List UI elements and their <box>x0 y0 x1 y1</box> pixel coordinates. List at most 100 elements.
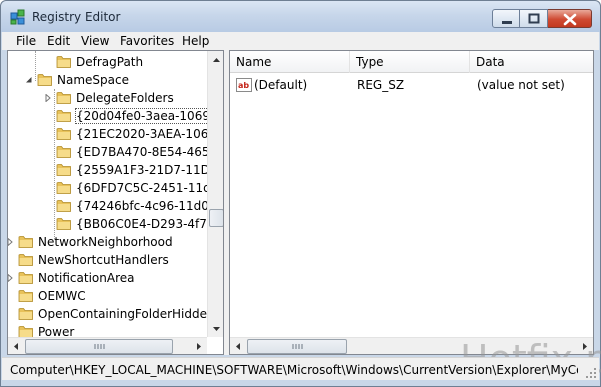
arrow-up-icon <box>213 58 220 62</box>
tree-item-label: OEMWC <box>38 289 86 303</box>
tree-item-label: {ED7BA470-8E54-465E- <box>76 145 222 159</box>
column-header-type[interactable]: Type <box>350 51 470 73</box>
folder-icon <box>56 110 71 122</box>
close-icon <box>563 13 577 26</box>
scroll-right-button[interactable] <box>190 338 207 354</box>
svg-text:ab: ab <box>238 81 249 90</box>
folder-icon <box>56 218 71 230</box>
tree-item-label: NotificationArea <box>38 271 135 285</box>
value-data: (value not set) <box>477 78 565 92</box>
tree-item[interactable]: NotificationArea <box>8 269 206 287</box>
tree-item[interactable]: {BB06C0E4-D293-4f75- <box>8 215 219 233</box>
grip-icon <box>292 344 303 349</box>
arrow-left-icon <box>236 343 240 350</box>
window-title: Registry Editor <box>32 10 121 24</box>
tree-item[interactable]: {ED7BA470-8E54-465E- <box>8 143 221 161</box>
folder-icon <box>56 164 71 176</box>
tree-item-label: NetworkNeighborhood <box>38 235 173 249</box>
tree-item[interactable]: {74246bfc-4c96-11d0-a <box>8 197 221 215</box>
tree-item[interactable]: NewShortcutHandlers <box>8 251 206 269</box>
registry-tree[interactable]: DefragPath NameSpace DelegateFolders {20d04… <box>7 50 224 355</box>
tree-item-label: {BB06C0E4-D293-4f75- <box>76 217 219 231</box>
tree-item[interactable]: {21EC2020-3AEA-1069- <box>8 125 220 143</box>
menu-help[interactable]: Help <box>182 34 209 48</box>
registry-editor-window: Registry Editor File Edit View Favorites… <box>0 0 601 387</box>
scroll-up-button[interactable] <box>208 51 223 68</box>
tree-vertical-scrollbar[interactable] <box>207 51 223 337</box>
folder-icon <box>18 272 33 284</box>
folder-icon <box>56 200 71 212</box>
folder-icon <box>56 92 71 104</box>
tree-item[interactable]: DelegateFolders <box>8 89 206 107</box>
folder-icon <box>18 290 33 302</box>
status-path: Computer\HKEY_LOCAL_MACHINE\SOFTWARE\Mic… <box>10 363 578 377</box>
maximize-button[interactable] <box>520 9 548 28</box>
tree-guide-line <box>54 89 55 239</box>
tree-item[interactable]: {20d04fe0-3aea-1069-a <box>8 107 223 125</box>
column-header-name[interactable]: Name <box>230 51 350 73</box>
tree-item-label: {6DFD7C5C-2451-11d3 <box>76 181 219 195</box>
tree-item-label: {20d04fe0-3aea-1069-a <box>75 108 223 124</box>
list-hscroll-thumb[interactable] <box>247 339 347 354</box>
size-grip-icon[interactable] <box>585 367 597 379</box>
list-header: Name Type Data <box>230 51 593 73</box>
tree-item-label: DelegateFolders <box>76 91 174 105</box>
tree-item-label: {2559A1F3-21D7-11D4- <box>76 163 222 177</box>
menu-edit[interactable]: Edit <box>47 34 70 48</box>
maximize-icon <box>528 13 540 24</box>
tree-item-label: {74246bfc-4c96-11d0-a <box>76 199 221 213</box>
tree-item[interactable]: {2559A1F3-21D7-11D4- <box>8 161 222 179</box>
scroll-down-button[interactable] <box>208 320 223 337</box>
content-area: DefragPath NameSpace DelegateFolders {20d04… <box>7 50 601 381</box>
folder-icon <box>18 236 33 248</box>
arrow-right-icon <box>197 343 201 350</box>
values-list[interactable]: Name Type Data ab (Default) REG_SZ (valu… <box>229 50 594 355</box>
folder-icon <box>18 308 33 320</box>
value-type: REG_SZ <box>357 78 405 92</box>
list-row-default[interactable]: ab (Default) REG_SZ (value not set) <box>230 76 593 94</box>
tree-item[interactable]: NameSpace <box>8 71 206 89</box>
list-scroll-left-button[interactable] <box>230 338 247 354</box>
folder-icon <box>56 56 71 68</box>
tree-scroll-thumb[interactable] <box>209 209 223 227</box>
tree-item[interactable]: NetworkNeighborhood <box>8 233 206 251</box>
close-button[interactable] <box>548 9 592 28</box>
collapsed-arrow-icon[interactable] <box>7 274 14 282</box>
tree-item[interactable]: DefragPath <box>8 53 206 71</box>
minimize-icon <box>502 21 512 24</box>
minimize-button[interactable] <box>492 9 520 28</box>
tree-guide-line <box>35 51 36 81</box>
value-name: (Default) <box>254 78 308 92</box>
menu-bar: File Edit View Favorites Help <box>2 32 599 50</box>
tree-item-label: {21EC2020-3AEA-1069- <box>76 127 221 141</box>
collapsed-arrow-icon[interactable] <box>7 238 14 246</box>
folder-icon <box>56 146 71 158</box>
title-bar[interactable]: Registry Editor <box>1 1 600 32</box>
folder-icon <box>56 128 71 140</box>
status-bar: Computer\HKEY_LOCAL_MACHINE\SOFTWARE\Mic… <box>2 357 599 380</box>
tree-item[interactable]: OpenContainingFolderHidden <box>8 305 215 323</box>
tree-item-label: DefragPath <box>76 55 144 69</box>
tree-item[interactable]: OEMWC <box>8 287 206 305</box>
tree-horizontal-scrollbar[interactable] <box>8 337 207 354</box>
grip-icon <box>94 344 105 349</box>
tree-hscroll-thumb[interactable] <box>25 339 173 354</box>
scroll-left-button[interactable] <box>8 338 25 354</box>
string-value-icon: ab <box>236 78 252 92</box>
arrow-down-icon <box>213 327 220 331</box>
column-header-data[interactable]: Data <box>470 51 593 73</box>
folder-icon <box>37 74 52 86</box>
menu-favorites[interactable]: Favorites <box>120 34 174 48</box>
menu-view[interactable]: View <box>81 34 109 48</box>
tree-item-label: NewShortcutHandlers <box>38 253 169 267</box>
tree-item-label: NameSpace <box>57 73 129 87</box>
expanded-arrow-icon[interactable] <box>25 76 33 84</box>
tree-item-label: OpenContainingFolderHidden <box>38 307 215 321</box>
registry-editor-app-icon <box>10 9 25 25</box>
folder-icon <box>18 254 33 266</box>
menu-file[interactable]: File <box>16 34 36 48</box>
tree-item[interactable]: {6DFD7C5C-2451-11d3 <box>8 179 218 197</box>
arrow-left-icon <box>14 343 18 350</box>
collapsed-arrow-icon[interactable] <box>44 94 52 102</box>
folder-icon <box>56 182 71 194</box>
